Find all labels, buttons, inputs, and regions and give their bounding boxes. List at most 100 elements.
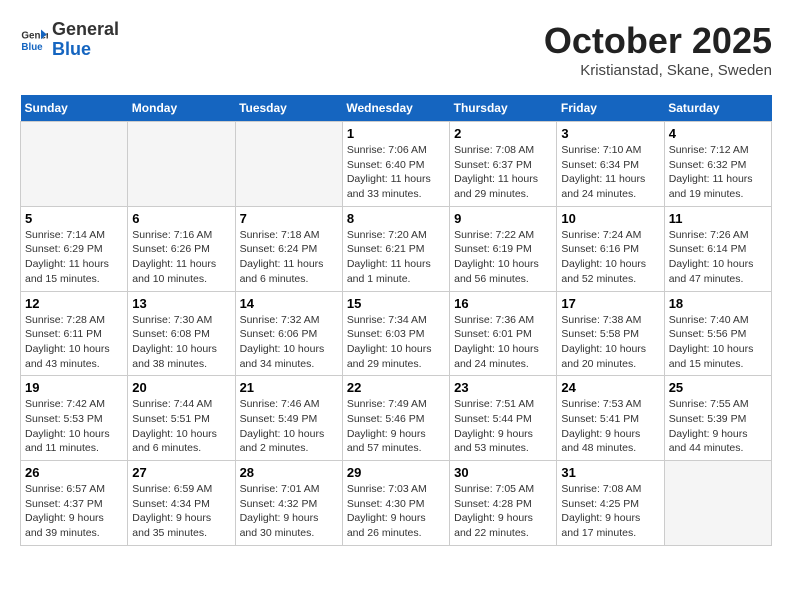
calendar-cell: 16 Sunrise: 7:36 AMSunset: 6:01 PMDayligh… (450, 291, 557, 376)
calendar-cell: 10 Sunrise: 7:24 AMSunset: 6:16 PMDayligh… (557, 206, 664, 291)
calendar-cell: 24 Sunrise: 7:53 AMSunset: 5:41 PMDayligh… (557, 376, 664, 461)
day-number: 27 (132, 465, 230, 480)
day-info: Sunrise: 7:26 AMSunset: 6:14 PMDaylight:… (669, 228, 767, 287)
day-info: Sunrise: 7:06 AMSunset: 6:40 PMDaylight:… (347, 143, 445, 202)
calendar-cell: 15 Sunrise: 7:34 AMSunset: 6:03 PMDayligh… (342, 291, 449, 376)
day-number: 23 (454, 380, 552, 395)
day-info: Sunrise: 7:36 AMSunset: 6:01 PMDaylight:… (454, 313, 552, 372)
day-info: Sunrise: 6:57 AMSunset: 4:37 PMDaylight:… (25, 482, 123, 541)
month-title: October 2025 (544, 20, 772, 62)
calendar-week-4: 19 Sunrise: 7:42 AMSunset: 5:53 PMDayligh… (21, 376, 772, 461)
day-number: 13 (132, 296, 230, 311)
calendar-cell: 11 Sunrise: 7:26 AMSunset: 6:14 PMDayligh… (664, 206, 771, 291)
calendar-week-1: 1 Sunrise: 7:06 AMSunset: 6:40 PMDaylight… (21, 122, 772, 207)
calendar-cell: 3Sunrise: 7:10 AMSunset: 6:34 PMDaylight… (557, 122, 664, 207)
day-info: Sunrise: 7:53 AMSunset: 5:41 PMDaylight:… (561, 397, 659, 456)
calendar-cell (128, 122, 235, 207)
day-number: 7 (240, 211, 338, 226)
calendar-cell: 17 Sunrise: 7:38 AMSunset: 5:58 PMDayligh… (557, 291, 664, 376)
day-info: Sunrise: 7:49 AMSunset: 5:46 PMDaylight:… (347, 397, 445, 456)
calendar-cell: 23 Sunrise: 7:51 AMSunset: 5:44 PMDayligh… (450, 376, 557, 461)
day-info: Sunrise: 7:34 AMSunset: 6:03 PMDaylight:… (347, 313, 445, 372)
column-header-monday: Monday (128, 95, 235, 122)
calendar-cell: 30 Sunrise: 7:05 AMSunset: 4:28 PMDayligh… (450, 461, 557, 546)
day-info: Sunrise: 7:01 AMSunset: 4:32 PMDaylight:… (240, 482, 338, 541)
day-info: Sunrise: 7:12 AMSunset: 6:32 PMDaylight:… (669, 143, 767, 202)
page-header: General Blue General Blue October 2025 K… (20, 20, 772, 79)
calendar-cell: 31Sunrise: 7:08 AMSunset: 4:25 PMDayligh… (557, 461, 664, 546)
day-number: 21 (240, 380, 338, 395)
calendar-cell: 25 Sunrise: 7:55 AMSunset: 5:39 PMDayligh… (664, 376, 771, 461)
calendar-cell: 26 Sunrise: 6:57 AMSunset: 4:37 PMDayligh… (21, 461, 128, 546)
day-number: 8 (347, 211, 445, 226)
logo-icon: General Blue (20, 26, 48, 54)
logo-blue-text: Blue (52, 40, 119, 60)
calendar-cell: 12 Sunrise: 7:28 AMSunset: 6:11 PMDayligh… (21, 291, 128, 376)
day-number: 22 (347, 380, 445, 395)
calendar-cell: 9Sunrise: 7:22 AMSunset: 6:19 PMDaylight… (450, 206, 557, 291)
calendar-week-5: 26 Sunrise: 6:57 AMSunset: 4:37 PMDayligh… (21, 461, 772, 546)
day-number: 24 (561, 380, 659, 395)
logo-general-text: General (52, 20, 119, 40)
day-number: 1 (347, 126, 445, 141)
calendar-cell: 27 Sunrise: 6:59 AMSunset: 4:34 PMDayligh… (128, 461, 235, 546)
day-number: 3 (561, 126, 659, 141)
column-header-tuesday: Tuesday (235, 95, 342, 122)
day-info: Sunrise: 7:51 AMSunset: 5:44 PMDaylight:… (454, 397, 552, 456)
day-info: Sunrise: 7:14 AMSunset: 6:29 PMDaylight:… (25, 228, 123, 287)
calendar-week-2: 5 Sunrise: 7:14 AMSunset: 6:29 PMDaylight… (21, 206, 772, 291)
calendar-cell: 7Sunrise: 7:18 AMSunset: 6:24 PMDaylight… (235, 206, 342, 291)
day-info: Sunrise: 7:42 AMSunset: 5:53 PMDaylight:… (25, 397, 123, 456)
calendar-cell (235, 122, 342, 207)
day-number: 25 (669, 380, 767, 395)
day-number: 16 (454, 296, 552, 311)
calendar-cell: 20Sunrise: 7:44 AMSunset: 5:51 PMDayligh… (128, 376, 235, 461)
day-number: 26 (25, 465, 123, 480)
calendar-cell: 8Sunrise: 7:20 AMSunset: 6:21 PMDaylight… (342, 206, 449, 291)
calendar-cell (21, 122, 128, 207)
day-number: 17 (561, 296, 659, 311)
day-info: Sunrise: 7:28 AMSunset: 6:11 PMDaylight:… (25, 313, 123, 372)
calendar-table: SundayMondayTuesdayWednesdayThursdayFrid… (20, 95, 772, 546)
day-info: Sunrise: 7:46 AMSunset: 5:49 PMDaylight:… (240, 397, 338, 456)
day-info: Sunrise: 7:32 AMSunset: 6:06 PMDaylight:… (240, 313, 338, 372)
calendar-cell: 4 Sunrise: 7:12 AMSunset: 6:32 PMDaylight… (664, 122, 771, 207)
calendar-cell: 19 Sunrise: 7:42 AMSunset: 5:53 PMDayligh… (21, 376, 128, 461)
calendar-cell: 22 Sunrise: 7:49 AMSunset: 5:46 PMDayligh… (342, 376, 449, 461)
column-header-thursday: Thursday (450, 95, 557, 122)
location: Kristianstad, Skane, Sweden (544, 62, 772, 79)
column-header-saturday: Saturday (664, 95, 771, 122)
day-info: Sunrise: 7:05 AMSunset: 4:28 PMDaylight:… (454, 482, 552, 541)
day-number: 20 (132, 380, 230, 395)
logo-text: General Blue (52, 20, 119, 60)
day-number: 15 (347, 296, 445, 311)
day-number: 19 (25, 380, 123, 395)
calendar-cell: 2Sunrise: 7:08 AMSunset: 6:37 PMDaylight… (450, 122, 557, 207)
day-info: Sunrise: 7:30 AMSunset: 6:08 PMDaylight:… (132, 313, 230, 372)
day-info: Sunrise: 7:08 AMSunset: 6:37 PMDaylight:… (454, 143, 552, 202)
day-number: 4 (669, 126, 767, 141)
day-info: Sunrise: 7:40 AMSunset: 5:56 PMDaylight:… (669, 313, 767, 372)
title-block: October 2025 Kristianstad, Skane, Sweden (544, 20, 772, 79)
calendar-cell (664, 461, 771, 546)
calendar-cell: 28Sunrise: 7:01 AMSunset: 4:32 PMDayligh… (235, 461, 342, 546)
day-info: Sunrise: 7:24 AMSunset: 6:16 PMDaylight:… (561, 228, 659, 287)
day-info: Sunrise: 7:08 AMSunset: 4:25 PMDaylight:… (561, 482, 659, 541)
day-number: 11 (669, 211, 767, 226)
calendar-cell: 1 Sunrise: 7:06 AMSunset: 6:40 PMDaylight… (342, 122, 449, 207)
day-number: 5 (25, 211, 123, 226)
day-info: Sunrise: 7:03 AMSunset: 4:30 PMDaylight:… (347, 482, 445, 541)
day-number: 10 (561, 211, 659, 226)
calendar-cell: 13 Sunrise: 7:30 AMSunset: 6:08 PMDayligh… (128, 291, 235, 376)
logo: General Blue General Blue (20, 20, 119, 60)
day-info: Sunrise: 6:59 AMSunset: 4:34 PMDaylight:… (132, 482, 230, 541)
day-number: 9 (454, 211, 552, 226)
day-number: 30 (454, 465, 552, 480)
day-number: 12 (25, 296, 123, 311)
day-number: 6 (132, 211, 230, 226)
day-info: Sunrise: 7:38 AMSunset: 5:58 PMDaylight:… (561, 313, 659, 372)
calendar-cell: 14Sunrise: 7:32 AMSunset: 6:06 PMDayligh… (235, 291, 342, 376)
day-info: Sunrise: 7:55 AMSunset: 5:39 PMDaylight:… (669, 397, 767, 456)
column-header-wednesday: Wednesday (342, 95, 449, 122)
day-info: Sunrise: 7:16 AMSunset: 6:26 PMDaylight:… (132, 228, 230, 287)
